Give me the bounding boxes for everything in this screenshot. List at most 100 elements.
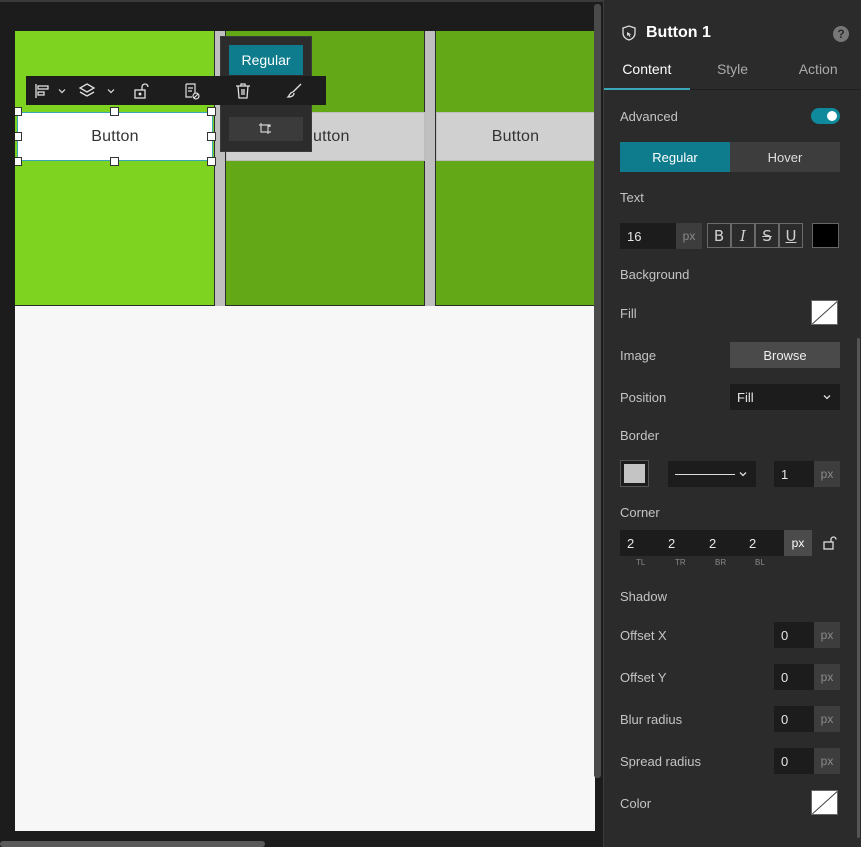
corner-bl-label: BL (755, 558, 765, 567)
properties-panel: Button 1 ? Content Style Action Advanced… (603, 0, 861, 847)
resize-handle-br[interactable] (207, 157, 216, 166)
background-section-label: Background (620, 267, 690, 282)
offset-y-unit: px (814, 664, 840, 690)
shadow-color-swatch[interactable] (811, 790, 838, 815)
resize-handle-tr[interactable] (207, 107, 216, 116)
advanced-toggle[interactable] (811, 108, 840, 124)
italic-button[interactable]: I (731, 223, 755, 248)
spread-radius-unit: px (814, 748, 840, 774)
help-icon[interactable]: ? (833, 26, 849, 42)
panel-tabs: Content Style Action (604, 58, 861, 90)
button-element-icon (622, 25, 636, 41)
state-transform-button[interactable] (229, 117, 303, 141)
corner-tl-input[interactable]: 2 (627, 536, 634, 551)
tab-content[interactable]: Content (604, 58, 690, 90)
shadow-section-label: Shadow (620, 589, 667, 604)
blur-radius-input[interactable]: 0 (774, 706, 814, 732)
blur-radius-label: Blur radius (620, 712, 683, 727)
tab-action[interactable]: Action (775, 58, 861, 90)
editor-canvas[interactable]: Button utton Button Regular (0, 0, 603, 847)
button-3[interactable]: Button (436, 112, 595, 161)
panel-header: Button 1 ? Content Style Action (604, 0, 861, 90)
strikethrough-button[interactable]: S (755, 223, 779, 248)
column-3[interactable] (435, 31, 595, 306)
layers-button[interactable] (70, 76, 104, 105)
trash-icon (236, 82, 250, 99)
state-segmented-control: Regular Hover (620, 142, 840, 172)
align-button[interactable] (30, 76, 54, 105)
vertical-scrollbar[interactable] (594, 4, 601, 778)
browse-image-button[interactable]: Browse (730, 342, 840, 368)
border-style-select[interactable] (668, 461, 756, 487)
fill-label: Fill (620, 306, 637, 321)
spread-radius-input[interactable]: 0 (774, 748, 814, 774)
panel-title: Button 1 (646, 24, 711, 41)
resize-handle-tl[interactable] (15, 107, 22, 116)
underline-button[interactable]: U (779, 223, 803, 248)
position-select[interactable]: Fill (730, 384, 840, 410)
unlock-icon[interactable] (822, 535, 838, 551)
text-color-swatch[interactable] (812, 223, 839, 248)
chevron-down-icon (107, 88, 115, 93)
corner-unit[interactable]: px (784, 530, 812, 556)
align-dropdown[interactable] (54, 76, 70, 105)
resize-handle-b[interactable] (110, 157, 119, 166)
offset-x-label: Offset X (620, 628, 667, 643)
border-section-label: Border (620, 428, 660, 443)
tab-style[interactable]: Style (690, 58, 776, 90)
border-color-swatch[interactable] (620, 460, 649, 487)
corner-tr-label: TR (675, 558, 686, 567)
font-size-input[interactable]: 16 (620, 223, 676, 249)
advanced-label: Advanced (620, 109, 678, 124)
delete-button[interactable] (220, 76, 266, 105)
border-color-fill (624, 464, 645, 483)
text-section-label: Text (620, 190, 644, 205)
image-label: Image (620, 348, 657, 363)
fill-color-swatch[interactable] (811, 300, 838, 325)
border-width-unit: px (814, 461, 840, 487)
resize-handle-l[interactable] (15, 132, 22, 141)
border-width-input[interactable]: 1 (774, 461, 814, 487)
chevron-down-icon (739, 472, 747, 477)
shadow-color-label: Color (620, 796, 652, 811)
panel-scrollbar[interactable] (857, 338, 860, 838)
state-regular-tab[interactable]: Regular (620, 142, 730, 172)
offset-y-label: Offset Y (620, 670, 667, 685)
offset-y-input[interactable]: 0 (774, 664, 814, 690)
crop-rotate-icon (259, 123, 271, 134)
state-regular-button[interactable]: Regular (229, 45, 303, 75)
spread-radius-label: Spread radius (620, 754, 701, 769)
corner-bl-input[interactable]: 2 (749, 536, 756, 551)
resize-handle-t[interactable] (110, 107, 119, 116)
chevron-down-icon (58, 88, 66, 93)
offset-x-input[interactable]: 0 (774, 622, 814, 648)
canvas-top-border (0, 0, 603, 2)
column-gutter (425, 31, 435, 306)
resize-handle-bl[interactable] (15, 157, 22, 166)
state-hover-tab[interactable]: Hover (730, 142, 840, 172)
corner-tl-label: TL (636, 558, 646, 567)
bold-button[interactable]: B (707, 223, 731, 248)
corner-tr-input[interactable]: 2 (668, 536, 675, 551)
page-settings-button[interactable] (164, 76, 220, 105)
unlock-icon (134, 82, 149, 99)
column-1[interactable] (15, 31, 215, 306)
position-select-value: Fill (737, 389, 754, 405)
position-label: Position (620, 390, 667, 405)
font-size-unit: px (676, 223, 702, 249)
border-style-solid-line (675, 473, 735, 475)
blur-radius-unit: px (814, 706, 840, 732)
align-left-icon (35, 83, 49, 98)
chevron-down-icon (823, 395, 831, 400)
button-1-selected[interactable]: Button (17, 112, 213, 161)
corner-inputs: 2 2 2 2 (620, 530, 784, 556)
offset-x-unit: px (814, 622, 840, 648)
layers-dropdown[interactable] (104, 76, 118, 105)
element-toolbar (26, 76, 326, 105)
style-brush-button[interactable] (266, 76, 322, 105)
corner-br-input[interactable]: 2 (709, 536, 716, 551)
lock-button[interactable] (118, 76, 164, 105)
horizontal-scrollbar[interactable] (0, 841, 265, 847)
resize-handle-r[interactable] (207, 132, 216, 141)
brush-icon (286, 83, 302, 98)
